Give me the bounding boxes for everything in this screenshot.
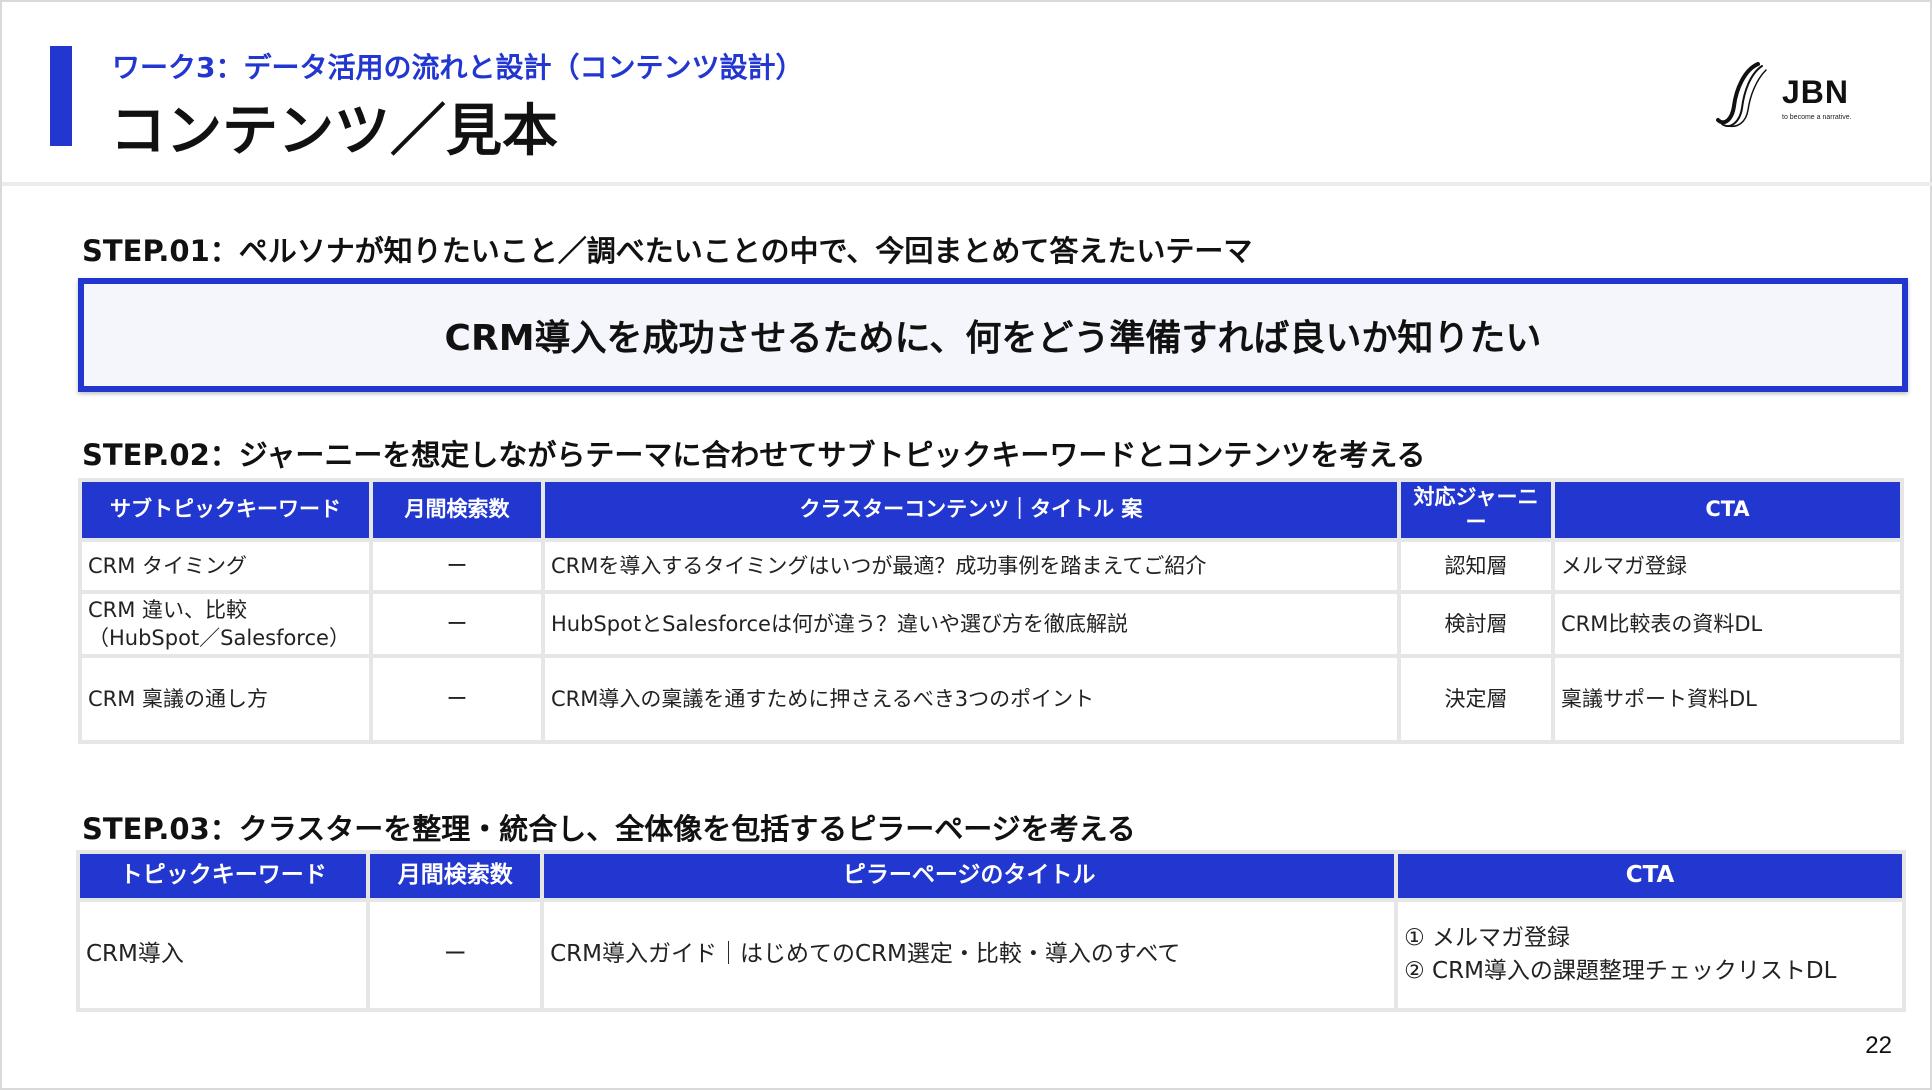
cell-journey: 検討層 xyxy=(1401,594,1551,654)
table-row: CRM 稟議の通し方 ー CRM導入の稟議を通すために押さえるべき3つのポイント… xyxy=(82,658,1900,740)
cell-title: CRMを導入するタイミングはいつが最適？成功事例を踏まえてご紹介 xyxy=(545,542,1397,590)
table-row: CRM 違い、比較 （HubSpot／Salesforce） ー HubSpot… xyxy=(82,594,1900,654)
keyword-text: CRM 違い、比較 xyxy=(88,597,248,622)
table-header-row: サブトピックキーワード 月間検索数 クラスターコンテンツ｜タイトル 案 対応ジャ… xyxy=(82,482,1900,538)
cta-item-1: ① メルマガ登録 xyxy=(1404,924,1571,951)
slide: ワーク3：データ活用の流れと設計（コンテンツ設計） コンテンツ／見本 JBN t… xyxy=(0,0,1932,1090)
cell-volume: ー xyxy=(373,658,541,740)
header-subtitle: ワーク3：データ活用の流れと設計（コンテンツ設計） xyxy=(112,51,804,84)
keyword-subtext: （HubSpot／Salesforce） xyxy=(88,626,350,650)
cell-title: CRM導入ガイド｜はじめてのCRM選定・比較・導入のすべて xyxy=(544,902,1395,1008)
cell-volume: ー xyxy=(370,902,541,1008)
col-header-cta: CTA xyxy=(1398,854,1902,898)
logo-wordmark: JBN xyxy=(1782,74,1850,110)
pillar-table: トピックキーワード 月間検索数 ピラーページのタイトル CTA CRM導入 ー … xyxy=(76,850,1906,1012)
cell-keyword: CRM 稟議の通し方 xyxy=(82,658,369,740)
col-header-monthly-search: 月間検索数 xyxy=(370,854,541,898)
page-title: コンテンツ／見本 xyxy=(110,99,558,164)
step1-label: STEP.01：ペルソナが知りたいこと／調べたいことの中で、今回まとめて答えたい… xyxy=(82,234,1253,268)
col-header-subtopic-keyword: サブトピックキーワード xyxy=(82,482,369,538)
step2-label: STEP.02：ジャーニーを想定しながらテーマに合わせてサブトピックキーワードと… xyxy=(82,438,1426,472)
header-divider xyxy=(2,182,1932,186)
cell-keyword: CRM 違い、比較 （HubSpot／Salesforce） xyxy=(82,594,369,654)
cell-journey: 認知層 xyxy=(1401,542,1551,590)
keyword-text: CRM 稟議の通し方 xyxy=(88,686,269,711)
cell-title: HubSpotとSalesforceは何が違う？違いや選び方を徹底解説 xyxy=(545,594,1397,654)
table-row: CRM タイミング ー CRMを導入するタイミングはいつが最適？成功事例を踏まえ… xyxy=(82,542,1900,590)
page-number: 22 xyxy=(1865,1032,1892,1059)
cell-title: CRM導入の稟議を通すために押さえるべき3つのポイント xyxy=(545,658,1397,740)
col-header-cluster-title: クラスターコンテンツ｜タイトル 案 xyxy=(545,482,1397,538)
col-header-cta: CTA xyxy=(1555,482,1900,538)
cell-cta: ① メルマガ登録 ② CRM導入の課題整理チェックリストDL xyxy=(1398,902,1902,1008)
cell-keyword: CRM導入 xyxy=(80,902,367,1008)
jbn-logo-mark-icon xyxy=(1716,62,1767,128)
cell-cta: 稟議サポート資料DL xyxy=(1555,658,1900,740)
cell-volume: ー xyxy=(373,542,541,590)
header-accent-bar xyxy=(50,46,72,146)
jbn-logo: JBN to become a narrative. xyxy=(1714,60,1874,132)
cell-volume: ー xyxy=(373,594,541,654)
theme-box: CRM導入を成功させるために、何をどう準備すれば良いか知りたい xyxy=(78,278,1908,392)
col-header-journey: 対応ジャーニー xyxy=(1401,482,1551,538)
col-header-pillar-title: ピラーページのタイトル xyxy=(544,854,1395,898)
table-header-row: トピックキーワード 月間検索数 ピラーページのタイトル CTA xyxy=(80,854,1902,898)
cta-item-2: ② CRM導入の課題整理チェックリストDL xyxy=(1404,958,1837,984)
cell-cta: CRM比較表の資料DL xyxy=(1555,594,1900,654)
cell-keyword: CRM タイミング xyxy=(82,542,369,590)
col-header-monthly-search: 月間検索数 xyxy=(373,482,541,538)
logo-tagline: to become a narrative. xyxy=(1782,114,1852,121)
table-row: CRM導入 ー CRM導入ガイド｜はじめてのCRM選定・比較・導入のすべて ① … xyxy=(80,902,1902,1008)
subtopic-table: サブトピックキーワード 月間検索数 クラスターコンテンツ｜タイトル 案 対応ジャ… xyxy=(78,478,1904,744)
cell-journey: 決定層 xyxy=(1401,658,1551,740)
step3-label: STEP.03：クラスターを整理・統合し、全体像を包括するピラーページを考える xyxy=(82,812,1136,846)
col-header-topic-keyword: トピックキーワード xyxy=(80,854,367,898)
keyword-text: CRM タイミング xyxy=(88,553,248,578)
cell-cta: メルマガ登録 xyxy=(1555,542,1900,590)
theme-text: CRM導入を成功させるために、何をどう準備すれば良いか知りたい xyxy=(444,318,1542,359)
